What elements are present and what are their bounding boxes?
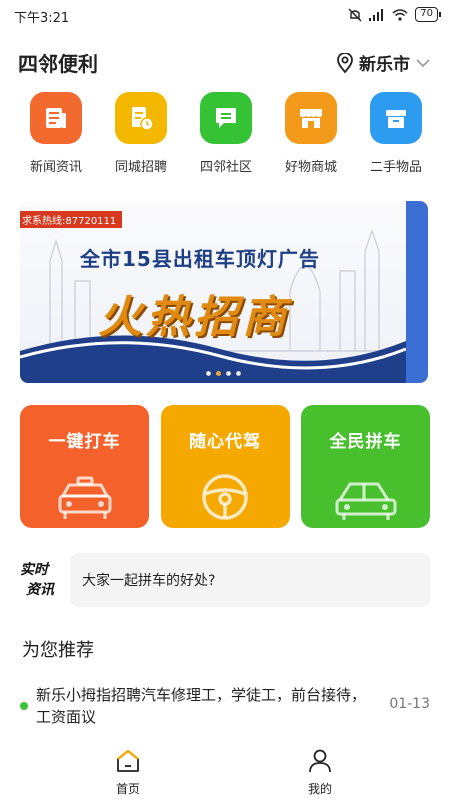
- new-indicator-dot: [20, 702, 28, 710]
- news-logo-line1: 实时: [20, 562, 48, 578]
- status-icons: 70: [348, 7, 441, 22]
- ride-services: 一键打车 随心代驾 全民拼车: [20, 405, 430, 528]
- pagination-dot[interactable]: [226, 371, 231, 376]
- tab-mine[interactable]: 我的: [280, 748, 360, 797]
- city-selector[interactable]: 新乐市: [337, 50, 430, 75]
- tab-label: 我的: [307, 782, 332, 796]
- category-label: 二手物品: [369, 160, 422, 175]
- tab-label: 首页: [115, 782, 140, 796]
- secondhand-icon: [370, 92, 422, 144]
- category-news[interactable]: 新闻资讯: [16, 92, 96, 175]
- banner-title: 全市15县出租车顶灯广告: [80, 247, 320, 271]
- category-community[interactable]: 四邻社区: [186, 92, 266, 175]
- user-icon: [309, 749, 331, 773]
- category-secondhand[interactable]: 二手物品: [356, 92, 436, 175]
- ride-card-designated-driver[interactable]: 随心代驾: [160, 405, 290, 528]
- category-label: 新闻资讯: [29, 160, 82, 175]
- ride-card-carpool[interactable]: 全民拼车: [301, 405, 430, 528]
- status-bar: 下午3:21 70: [0, 0, 450, 32]
- pagination-dot-active[interactable]: [216, 371, 221, 376]
- news-headline: 大家一起拼车的好处?: [82, 573, 216, 589]
- banner-pagination: [206, 371, 241, 376]
- bottom-tab-bar: 首页 我的: [0, 740, 450, 800]
- home-icon: [117, 749, 139, 772]
- chevron-down-icon: [416, 58, 430, 67]
- app-header: 四邻便利 新乐市: [0, 40, 450, 82]
- category-label: 好物商城: [284, 160, 337, 175]
- news-logo: 实时 资讯: [20, 560, 70, 600]
- app-title: 四邻便利: [18, 52, 98, 76]
- pagination-dot[interactable]: [206, 371, 211, 376]
- promo-banner[interactable]: 求系热线:87720111 全市15县出租车顶灯广告 火热招商: [20, 201, 428, 383]
- category-recruit[interactable]: 同城招聘: [101, 92, 181, 175]
- list-item-title: 新乐小拇指招聘汽车修理工，学徒工，前台接待，工资面议: [36, 686, 367, 726]
- ride-label: 随心代驾: [189, 432, 261, 452]
- list-item-date: 01-13: [389, 696, 430, 712]
- banner-hotline: 求系热线:87720111: [20, 211, 123, 228]
- city-name: 新乐市: [359, 55, 410, 75]
- community-icon: [200, 92, 252, 144]
- tab-home[interactable]: 首页: [88, 748, 168, 797]
- news-logo-line2: 资讯: [26, 582, 54, 598]
- recruit-icon: [115, 92, 167, 144]
- ride-label: 全民拼车: [329, 432, 402, 452]
- status-time: 下午3:21: [14, 11, 70, 26]
- shop-icon: [285, 92, 337, 144]
- ride-card-taxi[interactable]: 一键打车: [20, 405, 149, 528]
- category-shop[interactable]: 好物商城: [271, 92, 351, 175]
- category-label: 同城招聘: [114, 160, 167, 175]
- ride-label: 一键打车: [48, 432, 121, 452]
- category-row: 新闻资讯 同城招聘 四邻社区 好物商城 二手物品: [16, 92, 436, 175]
- pagination-dot[interactable]: [236, 371, 241, 376]
- location-pin-icon: [337, 52, 353, 73]
- battery-indicator: 70: [415, 7, 441, 22]
- signal-icon: [369, 8, 384, 21]
- banner-next-slide-edge: [406, 201, 428, 383]
- realtime-news[interactable]: 实时 资讯 大家一起拼车的好处?: [20, 553, 430, 607]
- wifi-icon: [392, 8, 408, 21]
- news-icon: [30, 92, 82, 144]
- category-label: 四邻社区: [199, 160, 252, 175]
- taxi-icon: [58, 476, 111, 519]
- mute-icon: [348, 8, 362, 21]
- car-icon: [335, 482, 396, 520]
- recommend-section-title: 为您推荐: [22, 640, 94, 661]
- steering-wheel-icon: [202, 474, 248, 520]
- news-headline-box[interactable]: 大家一起拼车的好处?: [70, 553, 430, 607]
- banner-slogan: 火热招商: [98, 292, 290, 343]
